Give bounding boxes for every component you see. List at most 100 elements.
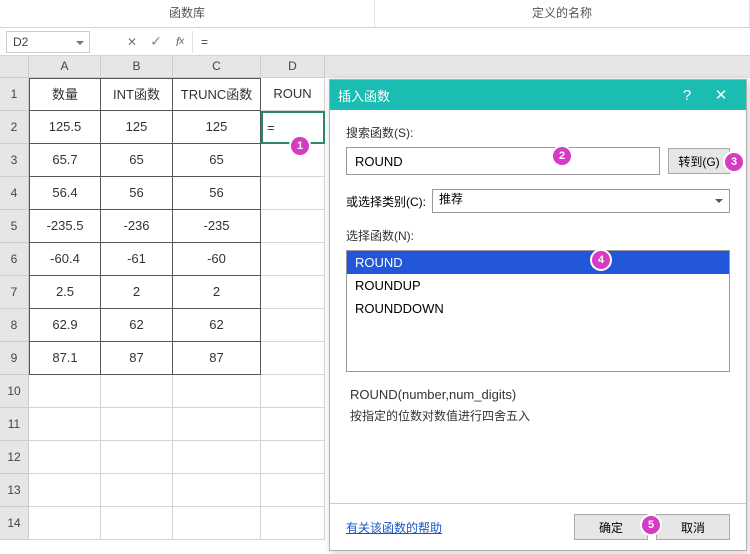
cell-B8[interactable]: 62 <box>101 309 173 342</box>
cell-C1[interactable]: TRUNC函数 <box>173 78 261 111</box>
cell-C7[interactable]: 2 <box>173 276 261 309</box>
insert-function-icon[interactable]: fx <box>168 31 192 53</box>
cell-D10[interactable] <box>261 375 325 408</box>
cell-D13[interactable] <box>261 474 325 507</box>
row-header-4[interactable]: 4 <box>0 177 29 210</box>
cell-A11[interactable] <box>29 408 101 441</box>
category-label: 或选择类别(C): <box>346 193 426 210</box>
search-label: 搜索函数(S): <box>346 124 730 141</box>
cell-A14[interactable] <box>29 507 101 540</box>
cell-A6[interactable]: -60.4 <box>29 243 101 276</box>
function-item-round[interactable]: ROUND <box>347 251 729 274</box>
cell-D5[interactable] <box>261 210 325 243</box>
cell-D7[interactable] <box>261 276 325 309</box>
cell-C4[interactable]: 56 <box>173 177 261 210</box>
cell-B9[interactable]: 87 <box>101 342 173 375</box>
cell-C8[interactable]: 62 <box>173 309 261 342</box>
enter-formula-icon[interactable]: ✓ <box>144 31 168 53</box>
cell-D1[interactable]: ROUN <box>261 78 325 111</box>
row-header-6[interactable]: 6 <box>0 243 29 276</box>
cell-C14[interactable] <box>173 507 261 540</box>
row-header-14[interactable]: 14 <box>0 507 29 540</box>
row-header-8[interactable]: 8 <box>0 309 29 342</box>
cell-C3[interactable]: 65 <box>173 144 261 177</box>
goto-button[interactable]: 转到(G) <box>668 148 730 174</box>
select-all-corner[interactable] <box>0 56 29 78</box>
cell-A2[interactable]: 125.5 <box>29 111 101 144</box>
cell-B6[interactable]: -61 <box>101 243 173 276</box>
ok-button[interactable]: 确定 <box>574 514 648 540</box>
dialog-help-icon[interactable]: ? <box>670 87 704 104</box>
cell-D11[interactable] <box>261 408 325 441</box>
search-input[interactable] <box>346 147 660 175</box>
cell-D14[interactable] <box>261 507 325 540</box>
ribbon-group-defined-names: 定义的名称 <box>375 0 750 27</box>
cell-C13[interactable] <box>173 474 261 507</box>
row-header-2[interactable]: 2 <box>0 111 29 144</box>
col-header-C[interactable]: C <box>173 56 261 78</box>
cell-A1[interactable]: 数量 <box>29 78 101 111</box>
col-header-D[interactable]: D <box>261 56 325 78</box>
cell-A9[interactable]: 87.1 <box>29 342 101 375</box>
cell-B12[interactable] <box>101 441 173 474</box>
cell-C12[interactable] <box>173 441 261 474</box>
function-item-rounddown[interactable]: ROUNDDOWN <box>347 297 729 320</box>
cell-C10[interactable] <box>173 375 261 408</box>
cell-B4[interactable]: 56 <box>101 177 173 210</box>
function-help-link[interactable]: 有关该函数的帮助 <box>346 519 566 536</box>
cell-D9[interactable] <box>261 342 325 375</box>
cancel-formula-icon[interactable]: ✕ <box>120 31 144 53</box>
name-box[interactable]: D2 <box>6 31 90 53</box>
close-icon[interactable]: ✕ <box>704 86 738 104</box>
row-header-5[interactable]: 5 <box>0 210 29 243</box>
cell-B11[interactable] <box>101 408 173 441</box>
cell-D12[interactable] <box>261 441 325 474</box>
insert-function-dialog: 插入函数 ? ✕ 搜索函数(S): 转到(G) 或选择类别(C): 推荐 选择函… <box>329 79 747 551</box>
cell-A4[interactable]: 56.4 <box>29 177 101 210</box>
cell-B10[interactable] <box>101 375 173 408</box>
cell-B3[interactable]: 65 <box>101 144 173 177</box>
cell-A13[interactable] <box>29 474 101 507</box>
cell-A10[interactable] <box>29 375 101 408</box>
row-header-11[interactable]: 11 <box>0 408 29 441</box>
row-header-3[interactable]: 3 <box>0 144 29 177</box>
formula-bar-input[interactable]: = <box>192 31 750 53</box>
row-header-12[interactable]: 12 <box>0 441 29 474</box>
cell-A7[interactable]: 2.5 <box>29 276 101 309</box>
cell-C5[interactable]: -235 <box>173 210 261 243</box>
row-header-10[interactable]: 10 <box>0 375 29 408</box>
cell-B7[interactable]: 2 <box>101 276 173 309</box>
cell-A3[interactable]: 65.7 <box>29 144 101 177</box>
dialog-titlebar[interactable]: 插入函数 ? ✕ <box>330 80 746 110</box>
cell-B1[interactable]: INT函数 <box>101 78 173 111</box>
cell-C2[interactable]: 125 <box>173 111 261 144</box>
cell-A12[interactable] <box>29 441 101 474</box>
cell-A5[interactable]: -235.5 <box>29 210 101 243</box>
function-listbox[interactable]: ROUNDROUNDUPROUNDDOWN <box>346 250 730 372</box>
cell-C9[interactable]: 87 <box>173 342 261 375</box>
col-header-B[interactable]: B <box>101 56 173 78</box>
ribbon-group-function-library: 函数库 <box>0 0 375 27</box>
callout-badge-5: 5 <box>642 516 660 534</box>
cell-C6[interactable]: -60 <box>173 243 261 276</box>
cell-B5[interactable]: -236 <box>101 210 173 243</box>
function-description: 按指定的位数对数值进行四舍五入 <box>350 406 726 426</box>
cancel-button[interactable]: 取消 <box>656 514 730 540</box>
row-header-9[interactable]: 9 <box>0 342 29 375</box>
dialog-title: 插入函数 <box>338 86 670 105</box>
row-header-7[interactable]: 7 <box>0 276 29 309</box>
cell-D6[interactable] <box>261 243 325 276</box>
cell-B2[interactable]: 125 <box>101 111 173 144</box>
col-header-A[interactable]: A <box>29 56 101 78</box>
category-select[interactable]: 推荐 <box>432 189 730 213</box>
cell-B13[interactable] <box>101 474 173 507</box>
row-header-13[interactable]: 13 <box>0 474 29 507</box>
row-header-1[interactable]: 1 <box>0 78 29 111</box>
cell-B14[interactable] <box>101 507 173 540</box>
cell-D8[interactable] <box>261 309 325 342</box>
cell-C11[interactable] <box>173 408 261 441</box>
cell-D4[interactable] <box>261 177 325 210</box>
cell-A8[interactable]: 62.9 <box>29 309 101 342</box>
function-item-roundup[interactable]: ROUNDUP <box>347 274 729 297</box>
function-signature: ROUND(number,num_digits) <box>350 384 726 406</box>
